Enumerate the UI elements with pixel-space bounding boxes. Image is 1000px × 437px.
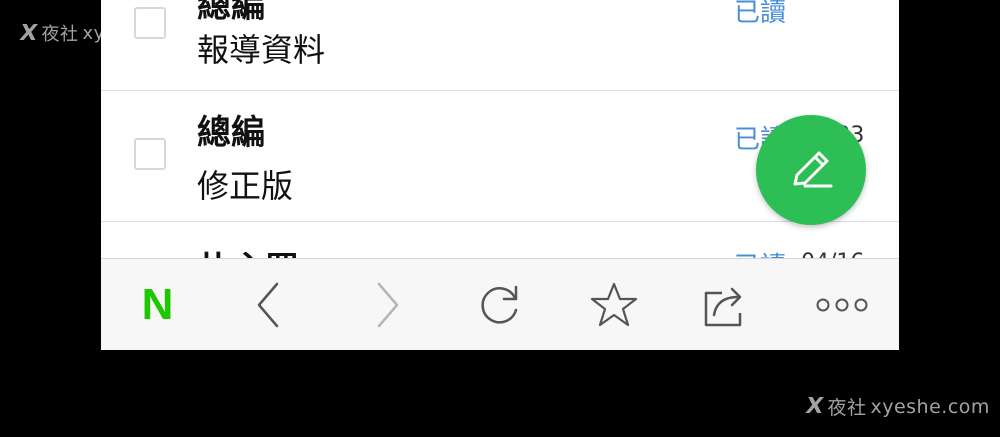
mail-sender: 總編 bbox=[197, 113, 265, 153]
back-button[interactable] bbox=[241, 277, 297, 333]
naver-logo: N bbox=[141, 280, 174, 329]
mail-subject: 修正版 bbox=[197, 167, 294, 205]
watermark-x-icon: X bbox=[803, 394, 826, 419]
watermark-prefix: 夜社 bbox=[41, 24, 79, 45]
read-status-label: 已讀 bbox=[734, 246, 786, 258]
mail-list-item[interactable]: 總編 報導資料 已讀 bbox=[101, 0, 899, 91]
more-button[interactable] bbox=[814, 277, 870, 333]
pencil-icon bbox=[793, 151, 833, 188]
read-status-label: 已讀 bbox=[734, 0, 787, 28]
bookmark-button[interactable] bbox=[586, 277, 642, 333]
select-checkbox[interactable] bbox=[134, 7, 166, 39]
back-arrow-icon bbox=[257, 282, 279, 328]
mail-sender: 總編 bbox=[197, 0, 265, 26]
select-checkbox[interactable] bbox=[134, 138, 166, 170]
share-icon bbox=[704, 287, 742, 327]
mail-list: 總編 報導資料 已讀 總編 修正版 已讀 04/23 朴主羅 已讀 04/16 bbox=[101, 0, 899, 258]
star-icon bbox=[590, 282, 638, 327]
phone-screen: 總編 報導資料 已讀 總編 修正版 已讀 04/23 朴主羅 已讀 04/16 bbox=[101, 0, 899, 350]
watermark-prefix: 夜社 bbox=[827, 397, 867, 419]
forward-button[interactable] bbox=[359, 277, 415, 333]
refresh-icon bbox=[481, 285, 518, 324]
more-icon bbox=[816, 298, 868, 312]
browser-toolbar: N bbox=[101, 258, 899, 350]
mail-list-item[interactable]: 朴主羅 已讀 04/16 bbox=[101, 222, 899, 258]
mail-date: 04/16 bbox=[801, 250, 864, 258]
mail-sender: 朴主羅 bbox=[197, 242, 299, 258]
screenshot-stage: X 夜社 xyeshe.com 總編 報導資料 已讀 總編 修正版 已讀 04/… bbox=[0, 0, 1000, 437]
forward-arrow-icon bbox=[377, 282, 399, 328]
share-button[interactable] bbox=[698, 277, 754, 333]
naver-home-button[interactable]: N bbox=[129, 277, 185, 333]
refresh-button[interactable] bbox=[472, 277, 528, 333]
mail-subject: 報導資料 bbox=[197, 31, 326, 69]
watermark-x-icon: X bbox=[17, 20, 40, 46]
compose-button[interactable] bbox=[756, 115, 866, 225]
watermark-bottom-right: X 夜社 xyeshe.com bbox=[803, 393, 990, 420]
watermark-site: xyeshe.com bbox=[870, 395, 990, 418]
